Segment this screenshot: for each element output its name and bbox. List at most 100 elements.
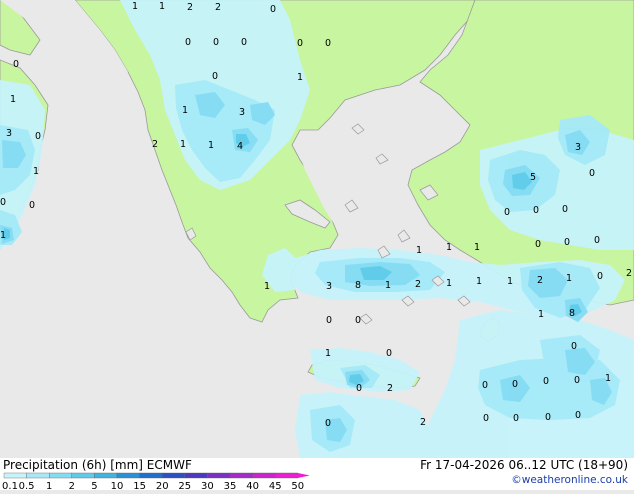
map-value: 1 <box>0 230 6 241</box>
map-value: 1 <box>208 140 214 151</box>
legend-swatch <box>275 472 299 479</box>
legend-tick-label: 50 <box>291 481 304 490</box>
map-value: 0 <box>594 235 600 246</box>
map-value: 3 <box>575 142 581 153</box>
forecast-datetime: Fr 17-04-2026 06..12 UTC (18+90) <box>420 458 628 472</box>
legend-swatch <box>71 472 95 479</box>
map-value: 0 <box>326 315 332 326</box>
map-value: 0 <box>597 271 603 282</box>
map-value: 0 <box>356 383 362 394</box>
map-value: 3 <box>326 281 332 292</box>
map-value: 0 <box>325 38 331 49</box>
legend-tick-label: 45 <box>269 481 282 490</box>
map-value: 1 <box>507 276 513 287</box>
legend-tick-label: 20 <box>156 481 169 490</box>
map-value: 1 <box>180 139 186 150</box>
legend-swatch <box>116 472 140 479</box>
map-value: 0 <box>355 315 361 326</box>
map-footer: Precipitation (6h) [mm] ECMWF Fr 17-04-2… <box>0 458 634 492</box>
map-value: 0 <box>504 207 510 218</box>
map-value: 2 <box>537 275 543 286</box>
map-value: 0 <box>0 197 6 208</box>
map-value: 0 <box>562 204 568 215</box>
map-value: 1 <box>385 280 391 291</box>
map-value: 2 <box>152 139 158 150</box>
map-value: 0 <box>574 375 580 386</box>
map-value: 0 <box>212 71 218 82</box>
site-credit[interactable]: ©weatheronline.co.uk <box>511 474 628 486</box>
map-value: 3 <box>239 107 245 118</box>
legend-tick-label: 2 <box>69 481 75 490</box>
map-value: 0 <box>575 410 581 421</box>
map-value: 8 <box>569 308 575 319</box>
map-value: 2 <box>626 268 632 279</box>
map-value: 0 <box>545 412 551 423</box>
map-value: 3 <box>6 128 12 139</box>
legend-tick-label: 0.5 <box>19 481 35 490</box>
map-value: 0 <box>185 37 191 48</box>
legend-tick-label: 25 <box>178 481 191 490</box>
map-value: 0 <box>543 376 549 387</box>
map-value: 0 <box>297 38 303 49</box>
legend-tick-label: 15 <box>133 481 146 490</box>
legend-tick-label: 35 <box>224 481 237 490</box>
map-value: 0 <box>564 237 570 248</box>
map-value: 2 <box>420 417 426 428</box>
map-value: 1 <box>474 242 480 253</box>
map-value: 0 <box>512 379 518 390</box>
map-value: 2 <box>415 279 421 290</box>
map-value: 1 <box>264 281 270 292</box>
map-value: 0 <box>29 200 35 211</box>
map-value: 5 <box>530 172 536 183</box>
map-value: 0 <box>482 380 488 391</box>
map-value: 8 <box>355 280 361 291</box>
map-value: 0 <box>13 59 19 70</box>
map-value: 0 <box>241 37 247 48</box>
legend-tick-label: 1 <box>46 481 52 490</box>
map-value: 1 <box>476 276 482 287</box>
map-value: 1 <box>325 348 331 359</box>
legend-swatch <box>26 472 50 479</box>
map-value: 0 <box>535 239 541 250</box>
map-value: 1 <box>132 1 138 12</box>
map-value: 0 <box>386 348 392 359</box>
map-value: 0 <box>533 205 539 216</box>
map-value: 2 <box>215 2 221 13</box>
map-value: 2 <box>387 383 393 394</box>
legend-tick-label: 0.1 <box>2 481 18 490</box>
map-value: 1 <box>446 278 452 289</box>
legend-tick-label: 10 <box>111 481 124 490</box>
map-value: 0 <box>571 341 577 352</box>
color-scale: 0.1 0.5 1 2 5 10 15 20 25 30 35 40 45 50 <box>0 472 330 492</box>
legend-swatch <box>252 472 276 479</box>
map-value: 1 <box>10 94 16 105</box>
map-value: 1 <box>538 309 544 320</box>
legend-swatch <box>3 472 27 479</box>
legend-swatch <box>207 472 231 479</box>
map-title: Precipitation (6h) [mm] ECMWF <box>3 458 192 472</box>
map-value: 0 <box>513 413 519 424</box>
map-value: 0 <box>213 37 219 48</box>
map-value: 0 <box>483 413 489 424</box>
legend-swatch <box>94 472 118 479</box>
legend-tick-label: 30 <box>201 481 214 490</box>
legend-swatch <box>49 472 73 479</box>
legend-tick-label: 40 <box>246 481 259 490</box>
map-value: 1 <box>159 1 165 12</box>
map-value: 1 <box>182 105 188 116</box>
legend-tick-label: 5 <box>91 481 97 490</box>
legend-swatch <box>229 472 253 479</box>
map-value: 1 <box>33 166 39 177</box>
legend-swatch <box>161 472 185 479</box>
map-value: 0 <box>270 4 276 15</box>
map-value: 1 <box>566 273 572 284</box>
legend-arrow <box>297 473 310 478</box>
map-value: 2 <box>187 2 193 13</box>
legend-swatch <box>184 472 208 479</box>
legend-swatch <box>139 472 163 479</box>
map-value: 0 <box>35 131 41 142</box>
map-value: 1 <box>446 242 452 253</box>
map-value: 0 <box>589 168 595 179</box>
precipitation-map: 1 1 2 2 0 0 0 0 0 0 0 0 1 3 0 1 3 2 1 1 … <box>0 0 634 458</box>
map-value: 0 <box>325 418 331 429</box>
